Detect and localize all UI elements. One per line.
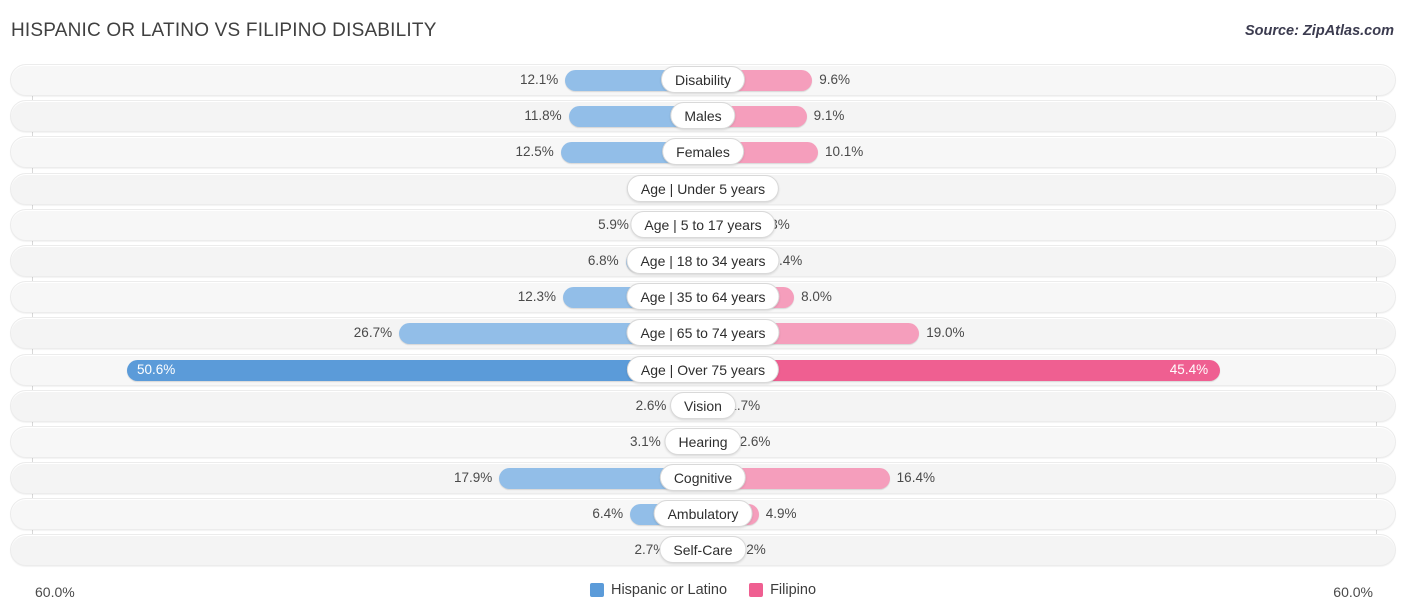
bar-row: 2.7% 2.2% Self-Care bbox=[0, 534, 1406, 567]
category-label-pill: Males bbox=[670, 102, 736, 130]
bar-row: 12.3% 8.0% Age | 35 to 64 years bbox=[0, 281, 1406, 314]
legend-item-label: Hispanic or Latino bbox=[610, 582, 728, 598]
value-label-filipino: 10.1% bbox=[824, 144, 864, 160]
bar-row: 17.9% 16.4% Cognitive bbox=[0, 462, 1406, 495]
category-label-pill: Cognitive bbox=[659, 464, 747, 492]
chart-legend: Hispanic or Latino Filipino bbox=[589, 582, 816, 598]
value-label-hispanic-or-latino: 50.6% bbox=[137, 361, 176, 377]
bar-row: 12.1% 9.6% Disability bbox=[0, 64, 1406, 96]
category-label-pill: Age | 5 to 17 years bbox=[630, 210, 776, 238]
value-label-filipino: 2.6% bbox=[739, 433, 771, 449]
value-label-hispanic-or-latino: 11.8% bbox=[524, 108, 562, 124]
category-label-pill: Age | 65 to 74 years bbox=[626, 319, 780, 347]
value-label-hispanic-or-latino: 5.9% bbox=[598, 216, 629, 232]
chart-footer: 60.0% 60.0% Hispanic or Latino Filipino bbox=[0, 576, 1406, 612]
plot-area: 12.1% 9.6% Disability 11.8% 9.1% Males 12.5% 10… bbox=[0, 64, 1406, 570]
category-label-pill: Females bbox=[662, 138, 744, 166]
value-label-hispanic-or-latino: 26.7% bbox=[353, 325, 393, 341]
value-label-hispanic-or-latino: 2.6% bbox=[635, 397, 667, 413]
value-label-filipino: 4.9% bbox=[765, 506, 797, 522]
value-label-hispanic-or-latino: 12.5% bbox=[515, 144, 554, 160]
value-label-filipino: 16.4% bbox=[896, 470, 935, 486]
category-label-pill: Disability bbox=[660, 66, 746, 93]
bar-row: 3.1% 2.6% Hearing bbox=[0, 425, 1406, 458]
legend-item[interactable]: Filipino bbox=[749, 582, 816, 598]
bar-row-list: 12.1% 9.6% Disability 11.8% 9.1% Males 12.5% 10… bbox=[0, 64, 1406, 571]
value-label-filipino: 9.6% bbox=[819, 72, 851, 87]
value-label-filipino: 8.0% bbox=[801, 289, 832, 305]
value-label-filipino: 19.0% bbox=[926, 325, 965, 341]
legend-item[interactable]: Hispanic or Latino bbox=[589, 582, 728, 598]
chart-header: HISPANIC OR LATINO VS FILIPINO DISABILIT… bbox=[0, 0, 1406, 60]
legend-swatch-icon bbox=[589, 583, 604, 597]
value-label-filipino: 45.4% bbox=[1169, 361, 1209, 377]
bar-row: 50.6% 45.4% Age | Over 75 years bbox=[0, 353, 1406, 386]
category-label-pill: Age | 18 to 34 years bbox=[626, 246, 780, 274]
value-label-hispanic-or-latino: 6.8% bbox=[587, 252, 619, 268]
chart-container: HISPANIC OR LATINO VS FILIPINO DISABILIT… bbox=[0, 0, 1406, 612]
category-label-pill: Vision bbox=[670, 391, 736, 419]
bar-row: 2.6% 1.7% Vision bbox=[0, 389, 1406, 422]
bar-row: 5.9%4.3%Age | 5 to 17 years bbox=[0, 208, 1406, 241]
bar-row: 12.5% 10.1% Females bbox=[0, 136, 1406, 169]
value-label-filipino: 9.1% bbox=[813, 108, 845, 124]
bar-row: 1.3%1.1%Age | Under 5 years bbox=[0, 172, 1406, 205]
axis-label-right: 60.0% bbox=[1333, 584, 1373, 600]
value-label-hispanic-or-latino: 12.3% bbox=[517, 289, 556, 305]
category-label-pill: Age | Over 75 years bbox=[626, 355, 780, 383]
bar-row: 11.8% 9.1% Males bbox=[0, 100, 1406, 133]
category-label-pill: Ambulatory bbox=[653, 500, 753, 528]
bar-row: 6.8% 5.4% Age | 18 to 34 years bbox=[0, 244, 1406, 277]
category-label-pill: Self-Care bbox=[659, 536, 747, 564]
category-label-pill: Age | Under 5 years bbox=[626, 174, 780, 202]
legend-swatch-icon bbox=[749, 583, 764, 597]
source-attribution: Source: ZipAtlas.com bbox=[1244, 23, 1394, 39]
bar-hispanic-or-latino bbox=[127, 359, 703, 381]
bar-filipino bbox=[703, 359, 1220, 381]
category-label-pill: Age | 35 to 64 years bbox=[626, 283, 780, 311]
value-label-hispanic-or-latino: 12.1% bbox=[519, 72, 559, 87]
page-title: HISPANIC OR LATINO VS FILIPINO DISABILIT… bbox=[11, 20, 437, 41]
bar-row: 6.4% 4.9% Ambulatory bbox=[0, 498, 1406, 531]
axis-label-left: 60.0% bbox=[35, 584, 75, 600]
value-label-hispanic-or-latino: 3.1% bbox=[629, 433, 661, 449]
value-label-hispanic-or-latino: 6.4% bbox=[592, 506, 624, 522]
category-label-pill: Hearing bbox=[664, 427, 742, 455]
legend-item-label: Filipino bbox=[770, 582, 817, 598]
bar-row: 26.7% 19.0% Age | 65 to 74 years bbox=[0, 317, 1406, 350]
value-label-hispanic-or-latino: 17.9% bbox=[453, 470, 493, 486]
